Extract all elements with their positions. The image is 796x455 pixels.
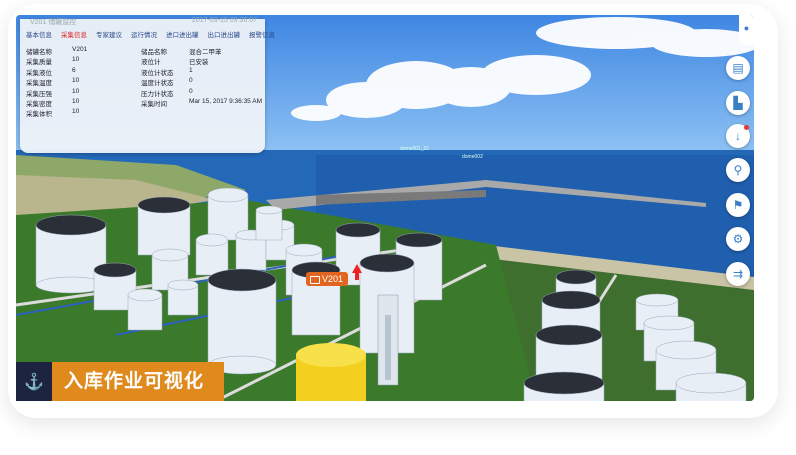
tank-icon[interactable]: ▤	[726, 56, 750, 80]
row-value: 0	[189, 87, 193, 95]
panel-rows: 储罐名称 V201 储品名称 混合二甲苯 采集质量 10 液位计 已安装 采集液位 6 液位计状…	[26, 46, 266, 119]
tab-alarm[interactable]: 报警信息	[249, 29, 275, 41]
settings-icon[interactable]: ⚙	[726, 227, 750, 251]
anchor-icon[interactable]: ↓	[726, 124, 750, 148]
row-value: 0	[189, 77, 193, 85]
row-value: 混合二甲苯	[189, 49, 222, 56]
info-row: 采集压强 10 压力计状态 0	[26, 88, 266, 98]
info-row: 采集温度 10 温度计状态 0	[26, 77, 266, 87]
row-value: Mar 15, 2017 9:36:35 AM	[189, 97, 262, 105]
info-row: 采集质量 10 液位计 已安装	[26, 56, 266, 66]
row-value: 1	[189, 66, 193, 74]
row-key: 压力计状态	[141, 90, 174, 98]
info-row: 储罐名称 V201 储品名称 混合二甲苯	[26, 46, 266, 56]
row-value: 10	[72, 108, 80, 116]
tank-pointer-stem	[355, 272, 359, 280]
info-row: 采集密度 10 采集时间 Mar 15, 2017 9:36:35 AM	[26, 98, 266, 108]
row-key: 采集温度	[26, 80, 52, 88]
row-value: 6	[72, 66, 76, 74]
panel-title: V201 储罐监控	[30, 19, 77, 26]
pier-label-1: dome001_01	[400, 146, 430, 152]
tab-inlet[interactable]: 进口进出罐	[166, 29, 199, 41]
tab-basic-info[interactable]: 基本信息	[26, 29, 52, 41]
info-row: 采集体积 10	[26, 108, 266, 118]
row-key: 采集时间	[141, 100, 167, 108]
panel-tabs: 基本信息 采集信息 专家建议 运行情况 进口进出罐 出口进出罐 报警信息	[26, 29, 275, 41]
tab-collect-info[interactable]: 采集信息	[61, 29, 87, 41]
factory-icon[interactable]: ▙	[726, 91, 750, 115]
tab-operation[interactable]: 运行情况	[131, 29, 157, 41]
row-value: V201	[72, 46, 88, 53]
search-icon[interactable]: ⚲	[726, 158, 750, 182]
row-value: 10	[72, 97, 80, 105]
row-key: 储罐名称	[26, 49, 52, 56]
ship-icon: ⚓	[16, 362, 52, 401]
panel-time: 2017-03-15 09:36:07	[192, 17, 257, 24]
row-value: 10	[72, 56, 80, 64]
row-value: 已安装	[189, 59, 209, 67]
row-key: 储品名称	[141, 49, 167, 56]
row-value: 10	[72, 87, 80, 95]
flag-icon[interactable]: ⚑	[726, 193, 750, 217]
notification-badge	[744, 125, 749, 130]
tank-tag-v201[interactable]: V201	[306, 272, 349, 286]
row-key: 采集液位	[26, 69, 52, 77]
tab-outlet[interactable]: 出口进出罐	[208, 29, 241, 41]
info-row: 采集液位 6 液位计状态 1	[26, 67, 266, 77]
page-title: 入库作业可视化	[52, 362, 224, 401]
exit-icon[interactable]: ⇉	[726, 262, 750, 286]
pier-label-2: dome002	[462, 154, 483, 160]
user-icon[interactable]: ●	[739, 15, 754, 45]
row-key: 采集密度	[26, 100, 52, 108]
row-key: 采集体积	[26, 111, 52, 119]
row-key: 采集压强	[26, 90, 52, 98]
row-key: 液位计状态	[141, 69, 174, 77]
tab-expert-advice[interactable]: 专家建议	[96, 29, 122, 41]
row-key: 采集质量	[26, 59, 52, 67]
row-value: 10	[72, 77, 80, 85]
row-key: 温度计状态	[141, 80, 174, 88]
row-key: 液位计	[141, 59, 161, 67]
tank-info-panel: V201 储罐监控 2017-03-15 09:36:07 基本信息 采集信息 …	[20, 17, 275, 153]
